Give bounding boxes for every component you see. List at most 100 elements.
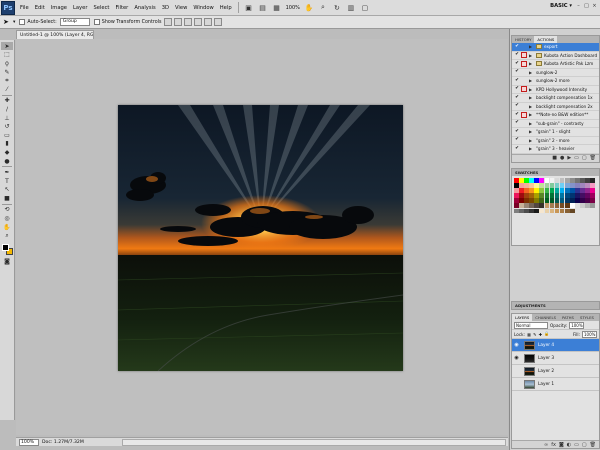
arrange-documents-icon[interactable]: ▥: [345, 2, 357, 14]
zoom-icon[interactable]: ⌕: [317, 2, 329, 14]
action-toggle-check[interactable]: ✔: [514, 129, 520, 135]
record-icon[interactable]: ●: [560, 155, 564, 161]
blur-tool-icon[interactable]: ◆: [1, 148, 13, 156]
align-bottom-icon[interactable]: [183, 18, 192, 26]
color-swatch[interactable]: [580, 198, 585, 203]
color-swatch[interactable]: [559, 188, 565, 193]
dialog-toggle-icon[interactable]: [521, 86, 527, 93]
lasso-tool-icon[interactable]: ϙ: [1, 59, 13, 67]
color-swatch[interactable]: [544, 188, 550, 193]
color-swatch[interactable]: [554, 183, 560, 188]
document-tab[interactable]: Untitled-1 @ 100% (Layer 4, RGB/8) *: [16, 30, 94, 39]
color-swatch[interactable]: [519, 208, 524, 214]
menu-help[interactable]: Help: [217, 0, 235, 16]
color-swatch[interactable]: [539, 193, 545, 198]
action-row[interactable]: ✔ ▶ backlight compensation 1x: [512, 94, 599, 103]
eraser-tool-icon[interactable]: ▭: [1, 131, 13, 139]
color-swatch[interactable]: [564, 193, 570, 198]
3d-rotate-tool-icon[interactable]: ⟲: [1, 206, 13, 214]
expand-triangle-icon[interactable]: ▶: [529, 129, 535, 134]
menu-filter[interactable]: Filter: [112, 0, 131, 16]
expand-triangle-icon[interactable]: ▶: [529, 112, 535, 117]
brush-tool-icon[interactable]: ∕: [1, 105, 13, 113]
color-swatch[interactable]: [570, 203, 575, 209]
color-swatch[interactable]: [539, 178, 545, 183]
color-swatch[interactable]: [519, 188, 524, 193]
expand-triangle-icon[interactable]: ▶: [529, 61, 535, 66]
link-layers-icon[interactable]: ∞: [544, 442, 548, 448]
swatches-panel-title[interactable]: SWATCHES: [512, 169, 599, 176]
action-row[interactable]: ✔ ▶ export: [512, 43, 599, 52]
action-toggle-check[interactable]: ✔: [514, 95, 520, 101]
action-toggle-check[interactable]: ✔: [514, 52, 520, 58]
zoom-tool-icon[interactable]: ⌕: [1, 232, 13, 240]
hand-icon[interactable]: ✋: [303, 2, 315, 14]
color-swatch[interactable]: [564, 178, 570, 183]
color-swatch[interactable]: [544, 198, 550, 203]
color-swatch[interactable]: [534, 178, 539, 183]
action-row[interactable]: ✔ ▶ **Note-no B&W edition**: [512, 111, 599, 120]
color-swatch[interactable]: [559, 198, 565, 203]
document-info[interactable]: Doc: 1.27M/7.32M: [42, 440, 122, 445]
layer-mask-icon[interactable]: ◙: [559, 442, 564, 448]
color-swatch[interactable]: [549, 193, 555, 198]
status-zoom-field[interactable]: 100%: [19, 438, 39, 446]
color-swatch[interactable]: [564, 203, 570, 209]
align-middle-icon[interactable]: [173, 18, 182, 26]
color-swatch[interactable]: [534, 183, 539, 188]
lock-all-icon[interactable]: 🔒: [544, 331, 549, 337]
layer-row[interactable]: Layer 1: [512, 378, 599, 391]
color-swatch[interactable]: [554, 208, 560, 214]
lock-image-icon[interactable]: ✎: [533, 332, 537, 337]
move-tool-icon[interactable]: ➤: [1, 42, 13, 51]
new-layer-icon[interactable]: ▢: [582, 442, 587, 448]
color-swatch[interactable]: [590, 198, 595, 203]
color-swatch[interactable]: [570, 183, 575, 188]
color-swatch[interactable]: [529, 178, 534, 183]
mini-bridge-icon[interactable]: ▤: [257, 2, 269, 14]
action-toggle-check[interactable]: ✔: [514, 61, 520, 67]
tab-channels[interactable]: CHANNELS: [532, 314, 559, 321]
path-select-tool-icon[interactable]: ↖: [1, 186, 13, 194]
action-row[interactable]: ✔ ▶ Kubota Action Dashboard: [512, 52, 599, 60]
tab-paths[interactable]: PATHS: [559, 314, 577, 321]
menu-window[interactable]: Window: [190, 0, 216, 16]
color-swatch[interactable]: [524, 203, 529, 209]
expand-triangle-icon[interactable]: ▶: [529, 53, 535, 58]
show-transform-checkbox[interactable]: [93, 19, 100, 25]
color-swatch[interactable]: [585, 183, 590, 188]
color-swatch[interactable]: [544, 193, 550, 198]
expand-triangle-icon[interactable]: ▶: [529, 78, 535, 83]
color-swatch[interactable]: [539, 183, 545, 188]
color-swatch[interactable]: [575, 178, 580, 183]
color-swatch[interactable]: [590, 178, 595, 183]
action-row[interactable]: ✔ ▶ "grain" 2 - more: [512, 137, 599, 145]
move-tool-icon[interactable]: ➤: [3, 18, 13, 26]
color-swatch[interactable]: [559, 193, 565, 198]
color-swatch[interactable]: [514, 203, 519, 209]
layer-row[interactable]: ◉ Layer 4: [512, 339, 599, 352]
color-swatch[interactable]: [585, 178, 590, 183]
color-swatch[interactable]: [544, 178, 550, 183]
color-swatch[interactable]: [570, 198, 575, 203]
dialog-toggle-icon[interactable]: [521, 52, 527, 59]
color-swatch[interactable]: [524, 198, 529, 203]
color-swatch[interactable]: [590, 183, 595, 188]
color-swatch[interactable]: [524, 208, 529, 214]
dialog-toggle-icon[interactable]: [521, 60, 527, 67]
color-swatch[interactable]: [590, 188, 595, 193]
color-swatch[interactable]: [559, 208, 565, 214]
color-swatch[interactable]: [544, 208, 550, 214]
minimize-icon[interactable]: –: [575, 2, 582, 9]
color-swatch[interactable]: [549, 178, 555, 183]
auto-select-checkbox[interactable]: [19, 19, 26, 25]
dialog-toggle-icon[interactable]: [521, 44, 527, 50]
color-swatch[interactable]: [575, 183, 580, 188]
dialog-toggle-icon[interactable]: [521, 146, 527, 152]
color-swatch[interactable]: [524, 193, 529, 198]
align-right-icon[interactable]: [213, 18, 222, 26]
screen-mode-icon[interactable]: ▢: [359, 2, 371, 14]
color-swatch[interactable]: [580, 178, 585, 183]
color-swatch[interactable]: [554, 188, 560, 193]
lock-transparent-icon[interactable]: ▦: [527, 332, 531, 337]
